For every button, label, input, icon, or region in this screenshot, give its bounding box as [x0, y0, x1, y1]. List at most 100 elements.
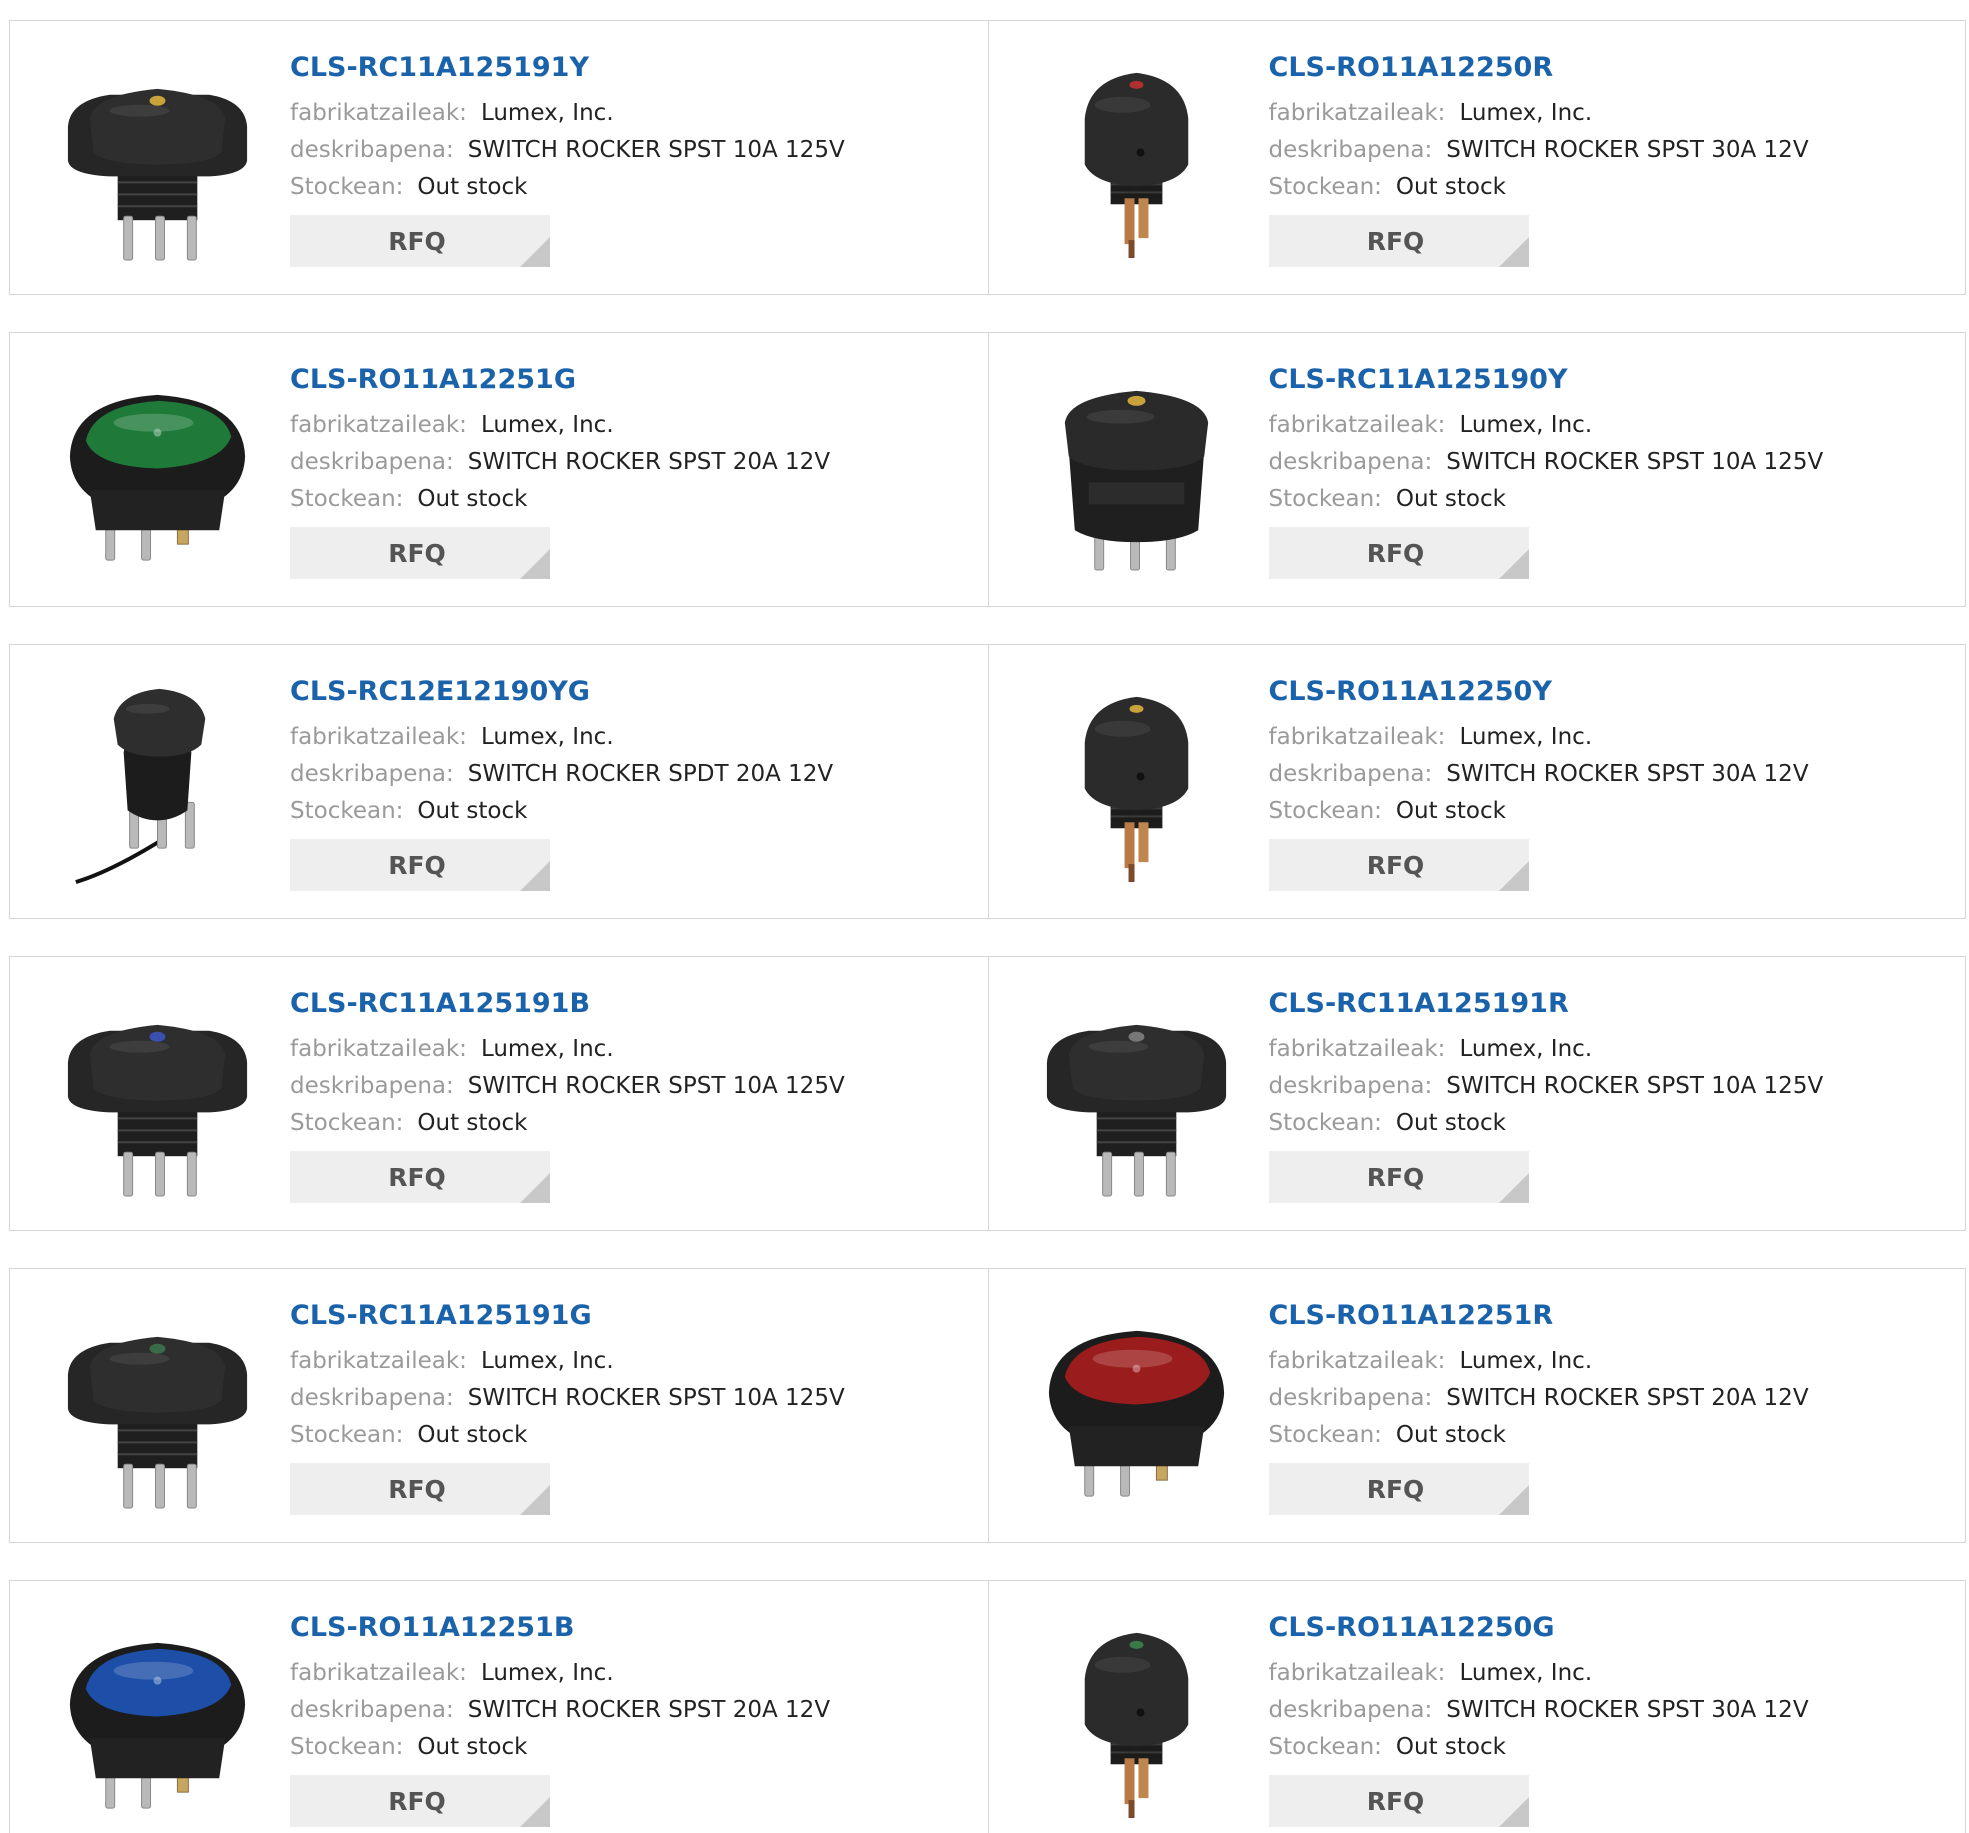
corner-triangle-icon	[1498, 1173, 1529, 1203]
stock-line: Stockean: Out stock	[1269, 1729, 1946, 1766]
rfq-button-label: RFQ	[388, 1474, 446, 1504]
rfq-button-label: RFQ	[388, 538, 446, 568]
part-number-link[interactable]: CLS-RO11A12250G	[1269, 1609, 1946, 1647]
rfq-button[interactable]: RFQ	[290, 215, 550, 267]
manufacturer-line: fabrikatzaileak: Lumex, Inc.	[1269, 1655, 1946, 1692]
description-line: deskribapena: SWITCH ROCKER SPST 10A 125V	[1269, 444, 1946, 481]
rfq-button[interactable]: RFQ	[1268, 1151, 1529, 1203]
description-label: deskribapena:	[290, 449, 454, 475]
product-image[interactable]	[50, 49, 265, 264]
rfq-button[interactable]: RFQ	[290, 1775, 550, 1827]
rfq-button-label: RFQ	[1366, 538, 1425, 568]
manufacturer-label: fabrikatzaileak:	[290, 1036, 467, 1062]
manufacturer-line: fabrikatzaileak: Lumex, Inc.	[290, 719, 968, 756]
product-info: CLS-RC12E12190YG fabrikatzaileak: Lumex, …	[290, 673, 968, 830]
part-number-link[interactable]: CLS-RO11A12251G	[290, 361, 968, 399]
part-number-link[interactable]: CLS-RO11A12251B	[290, 1609, 968, 1647]
product-info: CLS-RC11A125191G fabrikatzaileak: Lumex, …	[290, 1297, 968, 1454]
stock-line: Stockean: Out stock	[290, 1105, 968, 1142]
description-line: deskribapena: SWITCH ROCKER SPST 20A 12V	[290, 444, 968, 481]
rfq-button[interactable]: RFQ	[290, 1463, 550, 1515]
rocker-switch-image	[1084, 72, 1188, 259]
stock-value: Out stock	[1395, 1110, 1506, 1136]
product-image[interactable]	[1029, 985, 1244, 1200]
rfq-button-label: RFQ	[388, 1786, 446, 1816]
product-image[interactable]	[50, 1297, 265, 1512]
rfq-button-label: RFQ	[1366, 226, 1425, 256]
corner-triangle-icon	[1498, 549, 1529, 579]
part-number-link[interactable]: CLS-RC11A125191Y	[290, 49, 968, 87]
rfq-button[interactable]: RFQ	[290, 1151, 550, 1203]
product-image[interactable]	[50, 673, 265, 888]
stock-label: Stockean:	[1268, 1110, 1382, 1136]
part-number-link[interactable]: CLS-RC12E12190YG	[290, 673, 968, 711]
rocker-switch-image	[1046, 1024, 1226, 1197]
product-image[interactable]	[1029, 1609, 1244, 1824]
product-image[interactable]	[50, 985, 265, 1200]
manufacturer-line: fabrikatzaileak: Lumex, Inc.	[1269, 719, 1946, 756]
part-number-link[interactable]: CLS-RO11A12250R	[1269, 49, 1946, 87]
manufacturer-line: fabrikatzaileak: Lumex, Inc.	[290, 407, 968, 444]
product-info: CLS-RO11A12251G fabrikatzaileak: Lumex, I…	[290, 361, 968, 518]
product-row: CLS-RC11A125191G fabrikatzaileak: Lumex, …	[9, 1268, 1966, 1543]
rfq-button[interactable]: RFQ	[1268, 1775, 1529, 1827]
rocker-switch-image	[67, 1336, 248, 1509]
part-number-link[interactable]: CLS-RO11A12251R	[1269, 1297, 1946, 1335]
part-number-link[interactable]: CLS-RO11A12250Y	[1269, 673, 1946, 711]
stock-label: Stockean:	[1268, 1422, 1382, 1448]
product-info: CLS-RC11A125191R fabrikatzaileak: Lumex, …	[1269, 985, 1946, 1142]
stock-line: Stockean: Out stock	[1269, 793, 1946, 830]
rfq-button[interactable]: RFQ	[1268, 1463, 1529, 1515]
description-label: deskribapena:	[1268, 1697, 1433, 1723]
product-image[interactable]	[1029, 49, 1244, 264]
product-info: CLS-RO11A12251B fabrikatzaileak: Lumex, I…	[290, 1609, 968, 1766]
product-image[interactable]	[50, 1609, 265, 1824]
description-label: deskribapena:	[1268, 137, 1433, 163]
manufacturer-line: fabrikatzaileak: Lumex, Inc.	[1269, 1343, 1946, 1380]
manufacturer-value: Lumex, Inc.	[1459, 100, 1593, 126]
part-number-link[interactable]: CLS-RC11A125191B	[290, 985, 968, 1023]
rfq-button[interactable]: RFQ	[1268, 215, 1529, 267]
description-value: SWITCH ROCKER SPST 10A 125V	[467, 1073, 845, 1099]
part-number-link[interactable]: CLS-RC11A125190Y	[1269, 361, 1946, 399]
product-info: CLS-RC11A125190Y fabrikatzaileak: Lumex, …	[1269, 361, 1946, 518]
rfq-button-label: RFQ	[388, 850, 446, 880]
product-card: CLS-RO11A12251B fabrikatzaileak: Lumex, I…	[10, 1581, 988, 1833]
description-line: deskribapena: SWITCH ROCKER SPST 10A 125V	[1269, 1068, 1946, 1105]
corner-triangle-icon	[520, 861, 550, 891]
product-image[interactable]	[50, 361, 265, 576]
rfq-button[interactable]: RFQ	[290, 839, 550, 891]
description-label: deskribapena:	[1268, 449, 1433, 475]
product-row: CLS-RO11A12251G fabrikatzaileak: Lumex, I…	[9, 332, 1966, 607]
description-label: deskribapena:	[1268, 1385, 1433, 1411]
manufacturer-label: fabrikatzaileak:	[1268, 412, 1446, 438]
stock-line: Stockean: Out stock	[290, 1729, 968, 1766]
manufacturer-value: Lumex, Inc.	[1459, 1660, 1593, 1686]
description-line: deskribapena: SWITCH ROCKER SPST 30A 12V	[1269, 1692, 1946, 1729]
description-value: SWITCH ROCKER SPST 30A 12V	[1446, 137, 1809, 163]
rfq-button-label: RFQ	[1366, 1474, 1425, 1504]
stock-label: Stockean:	[290, 1422, 404, 1448]
stock-value: Out stock	[417, 486, 528, 512]
product-card: CLS-RC11A125191G fabrikatzaileak: Lumex, …	[10, 1269, 988, 1542]
product-image[interactable]	[1029, 1297, 1244, 1512]
product-image[interactable]	[1029, 361, 1244, 576]
rocker-switch-image	[1064, 390, 1208, 571]
manufacturer-value: Lumex, Inc.	[1459, 724, 1593, 750]
stock-value: Out stock	[1395, 486, 1506, 512]
product-info: CLS-RC11A125191Y fabrikatzaileak: Lumex, …	[290, 49, 968, 206]
rfq-button[interactable]: RFQ	[1268, 839, 1529, 891]
description-label: deskribapena:	[290, 761, 454, 787]
product-card: CLS-RC11A125191Y fabrikatzaileak: Lumex, …	[10, 21, 988, 294]
part-number-link[interactable]: CLS-RC11A125191G	[290, 1297, 968, 1335]
stock-label: Stockean:	[1268, 486, 1382, 512]
rfq-button[interactable]: RFQ	[290, 527, 550, 579]
corner-triangle-icon	[1498, 861, 1529, 891]
manufacturer-line: fabrikatzaileak: Lumex, Inc.	[290, 1031, 968, 1068]
stock-line: Stockean: Out stock	[1269, 169, 1946, 206]
description-line: deskribapena: SWITCH ROCKER SPST 20A 12V	[290, 1692, 968, 1729]
rfq-button[interactable]: RFQ	[1268, 527, 1529, 579]
description-line: deskribapena: SWITCH ROCKER SPDT 20A 12V	[290, 756, 968, 793]
part-number-link[interactable]: CLS-RC11A125191R	[1269, 985, 1946, 1023]
product-image[interactable]	[1029, 673, 1244, 888]
